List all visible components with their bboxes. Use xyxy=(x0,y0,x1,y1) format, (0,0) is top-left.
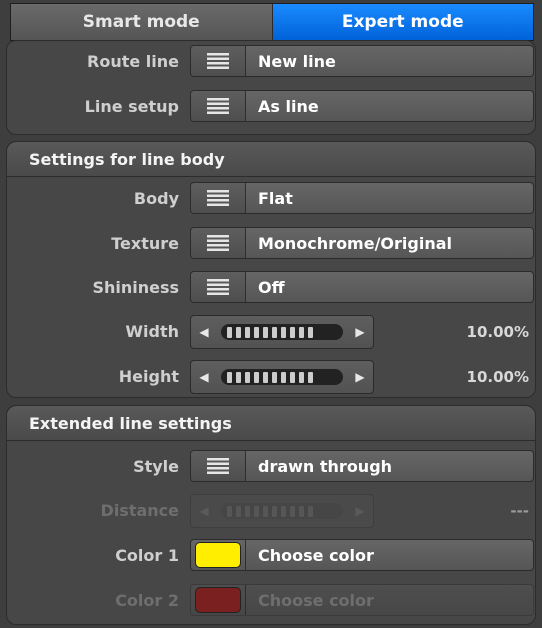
color2-picker[interactable]: Choose color xyxy=(190,584,534,616)
menu-lines-icon[interactable] xyxy=(191,183,246,213)
line-body-panel: Settings for line body Body Flat Texture… xyxy=(6,141,536,398)
arrow-left-icon[interactable]: ◀ xyxy=(191,495,217,527)
width-slider[interactable]: ◀ ▶ xyxy=(190,315,374,349)
route-line-label: Route line xyxy=(87,52,179,71)
route-panel: Route line New line Line setup As line xyxy=(6,40,536,135)
color-swatch xyxy=(195,587,241,613)
slider-track[interactable] xyxy=(221,324,343,340)
distance-value: --- xyxy=(510,502,529,520)
color2-label: Color 2 xyxy=(115,591,179,610)
tab-smart-mode[interactable]: Smart mode xyxy=(11,4,273,40)
slider-track[interactable] xyxy=(221,503,343,519)
color2-swatch-button[interactable] xyxy=(191,585,246,615)
color1-label: Color 1 xyxy=(115,546,179,565)
section-title-extended: Extended line settings xyxy=(7,406,535,441)
shininess-dropdown[interactable]: Off xyxy=(190,271,534,303)
tab-expert-mode[interactable]: Expert mode xyxy=(272,4,533,40)
line-setup-value: As line xyxy=(258,96,319,116)
width-label: Width xyxy=(125,322,179,341)
extended-panel: Extended line settings Style drawn throu… xyxy=(6,405,536,625)
line-setup-dropdown[interactable]: As line xyxy=(190,90,534,122)
menu-lines-icon[interactable] xyxy=(191,46,246,76)
width-value: 10.00% xyxy=(466,323,529,341)
distance-slider[interactable]: ◀ ▶ xyxy=(190,494,374,528)
body-value: Flat xyxy=(258,188,293,208)
menu-lines-icon[interactable] xyxy=(191,228,246,258)
line-setup-label: Line setup xyxy=(84,97,179,116)
shininess-value: Off xyxy=(258,277,285,297)
menu-lines-icon[interactable] xyxy=(191,91,246,121)
arrow-right-icon[interactable]: ▶ xyxy=(347,361,373,393)
height-value: 10.00% xyxy=(466,368,529,386)
arrow-left-icon[interactable]: ◀ xyxy=(191,316,217,348)
color1-swatch-button[interactable] xyxy=(191,540,246,570)
height-label: Height xyxy=(118,367,179,386)
texture-dropdown[interactable]: Monochrome/Original xyxy=(190,227,534,259)
color2-value: Choose color xyxy=(258,590,374,610)
menu-lines-icon[interactable] xyxy=(191,272,246,302)
menu-lines-icon[interactable] xyxy=(191,451,246,481)
texture-label: Texture xyxy=(111,234,179,253)
texture-value: Monochrome/Original xyxy=(258,233,453,253)
shininess-label: Shininess xyxy=(92,278,179,297)
arrow-right-icon[interactable]: ▶ xyxy=(347,495,373,527)
route-line-value: New line xyxy=(258,51,336,71)
color1-picker[interactable]: Choose color xyxy=(190,539,534,571)
color-swatch xyxy=(195,542,241,568)
line-settings-window: Smart mode Expert mode Route line New li… xyxy=(0,0,542,628)
slider-track[interactable] xyxy=(221,369,343,385)
body-label: Body xyxy=(133,189,179,208)
style-dropdown[interactable]: drawn through xyxy=(190,450,534,482)
distance-label: Distance xyxy=(100,501,179,520)
arrow-right-icon[interactable]: ▶ xyxy=(347,316,373,348)
arrow-left-icon[interactable]: ◀ xyxy=(191,361,217,393)
color1-value: Choose color xyxy=(258,545,374,565)
section-title-line-body: Settings for line body xyxy=(7,142,535,177)
route-line-dropdown[interactable]: New line xyxy=(190,45,534,77)
mode-tabs: Smart mode Expert mode xyxy=(10,3,534,41)
style-label: Style xyxy=(133,457,179,476)
style-value: drawn through xyxy=(258,456,393,476)
body-dropdown[interactable]: Flat xyxy=(190,182,534,214)
height-slider[interactable]: ◀ ▶ xyxy=(190,360,374,394)
